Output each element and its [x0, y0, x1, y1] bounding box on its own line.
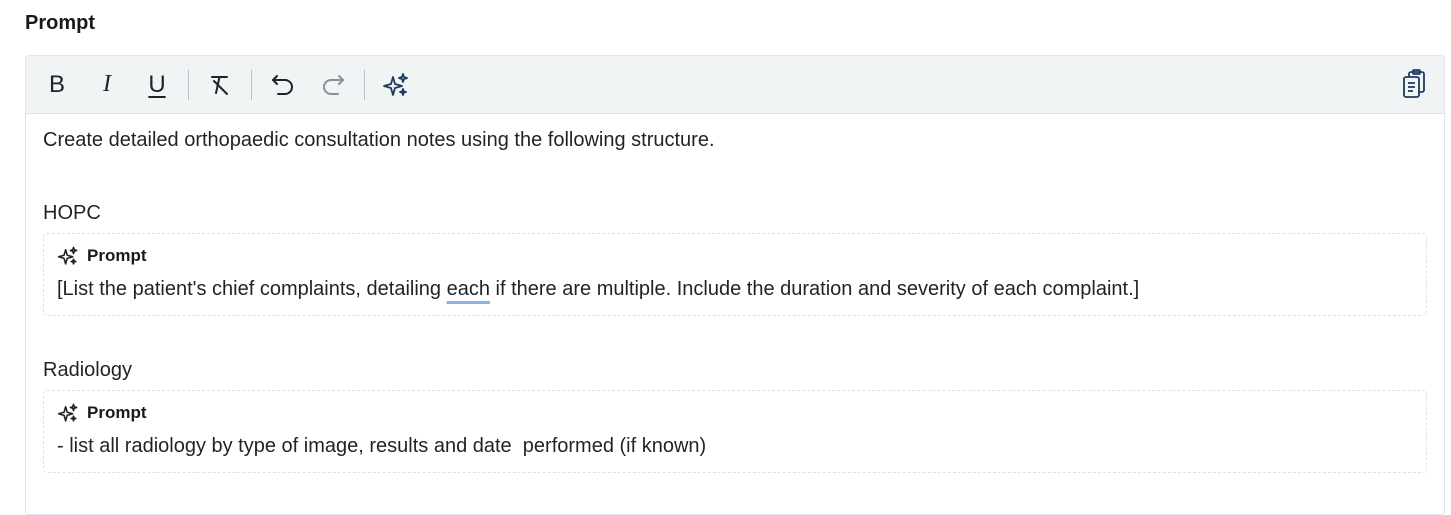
toolbar-divider	[251, 69, 252, 100]
section-label: Prompt	[25, 12, 95, 34]
undo-button[interactable]	[266, 68, 300, 102]
section-heading-hopc: HOPC	[43, 202, 101, 224]
prompt-block-radiology[interactable]: Prompt - list all radiology by type of i…	[43, 390, 1427, 473]
clear-format-button[interactable]	[203, 68, 237, 102]
sparkles-icon	[383, 72, 408, 96]
clear-format-icon	[211, 75, 228, 95]
prompt-block-header: Prompt	[57, 245, 1413, 267]
sparkles-icon	[57, 403, 78, 422]
prompt-block-hopc[interactable]: Prompt [List the patient's chief complai…	[43, 233, 1427, 316]
toolbar-divider	[364, 69, 365, 100]
spellcheck-flagged-word[interactable]: each	[447, 278, 490, 300]
toolbar-divider	[188, 69, 189, 100]
undo-icon	[272, 74, 293, 95]
editor-content[interactable]: Create detailed orthopaedic consultation…	[26, 114, 1444, 473]
redo-button[interactable]	[316, 68, 350, 102]
bold-button[interactable]: B	[40, 68, 74, 102]
italic-button[interactable]: I	[90, 68, 124, 102]
section-heading-radiology: Radiology	[43, 359, 132, 381]
prompt-text-part: [List the patient's chief complaints, de…	[57, 278, 447, 300]
prompt-text-part: if there are multiple. Include the durat…	[489, 278, 1140, 300]
sparkles-icon	[57, 246, 78, 265]
redo-icon	[323, 74, 344, 95]
prompt-text-hopc[interactable]: [List the patient's chief complaints, de…	[57, 275, 1413, 303]
prompt-label: Prompt	[87, 246, 147, 265]
prompt-label: Prompt	[87, 403, 147, 422]
prompt-block-header: Prompt	[57, 402, 1413, 424]
underline-button[interactable]: U	[140, 68, 174, 102]
prompt-text-radiology[interactable]: - list all radiology by type of image, r…	[57, 432, 1413, 460]
editor-toolbar: B I U	[26, 56, 1444, 114]
intro-paragraph: Create detailed orthopaedic consultation…	[43, 129, 715, 151]
rich-text-editor[interactable]: B I U Create detailed orthopaedic consul…	[25, 55, 1445, 515]
copy-button[interactable]	[1400, 68, 1430, 105]
copy-icon	[1403, 69, 1425, 98]
ai-prompt-button[interactable]	[379, 68, 413, 102]
